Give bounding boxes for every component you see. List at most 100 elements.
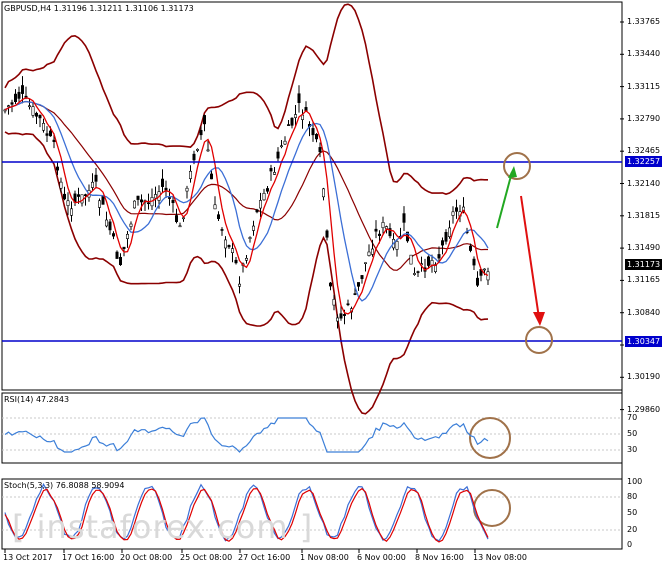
slow-ma-line xyxy=(4,100,489,302)
stoch-tick-label: 80 xyxy=(627,492,638,501)
candle-body xyxy=(84,194,88,197)
candle-body xyxy=(55,166,59,171)
candle-body xyxy=(220,229,224,231)
rsi-tick-label: 50 xyxy=(627,429,638,438)
candle-body xyxy=(335,317,339,322)
candle-body xyxy=(255,209,259,213)
candle-body xyxy=(363,262,367,265)
candle-body xyxy=(297,93,301,103)
moving-averages xyxy=(4,97,489,315)
candle-body xyxy=(7,105,11,108)
candle-body xyxy=(192,153,196,161)
price-tick-label: 1.32465 xyxy=(627,146,661,156)
candle-body xyxy=(318,147,322,153)
candle-body xyxy=(252,225,256,231)
candle-body xyxy=(440,240,444,246)
candle-body xyxy=(416,271,420,273)
candle-body xyxy=(136,195,140,200)
fast-ma-line xyxy=(4,97,489,315)
rsi-circle xyxy=(469,417,511,459)
candle-body xyxy=(147,202,151,205)
price-tick-label: 1.30840 xyxy=(627,307,661,317)
candle-body xyxy=(468,245,472,251)
candle-body xyxy=(217,214,221,219)
candle-body xyxy=(203,115,207,125)
candle-body xyxy=(258,200,262,209)
candle-body xyxy=(31,106,35,116)
candle-body xyxy=(164,187,168,191)
candle-body xyxy=(356,282,360,287)
price-tick-label: 1.32790 xyxy=(627,113,661,123)
candle-body xyxy=(52,139,56,142)
rsi-panel-frame xyxy=(1,392,623,464)
candle-body xyxy=(154,194,158,199)
candle-body xyxy=(210,173,214,180)
candle-body xyxy=(402,213,406,223)
candle-body xyxy=(265,188,269,192)
candle-body xyxy=(290,117,294,126)
candle-body xyxy=(409,254,413,265)
candle-body xyxy=(119,256,123,266)
candle-body xyxy=(62,193,66,200)
candle-body xyxy=(161,178,165,187)
rsi-header: RSI(14) 47.2843 xyxy=(4,395,70,404)
symbol-header: GBPUSD,H4 1.31196 1.31211 1.31106 1.3117… xyxy=(4,4,194,13)
candle-body xyxy=(311,128,315,136)
candle-body xyxy=(377,233,381,236)
candle-body xyxy=(374,228,378,232)
candle-body xyxy=(189,170,193,179)
resistance-circle xyxy=(503,152,531,180)
annotations xyxy=(469,152,553,527)
candle-body xyxy=(129,223,133,227)
candle-body xyxy=(94,174,98,182)
candle-body xyxy=(426,256,430,266)
candle-body xyxy=(346,303,350,306)
candle-body xyxy=(262,192,266,201)
price-tick-label: 1.33765 xyxy=(627,17,661,26)
candle-body xyxy=(325,230,329,238)
candle-body xyxy=(112,233,116,237)
candle-body xyxy=(360,275,364,279)
candle-body xyxy=(475,277,479,286)
candle-body xyxy=(10,102,14,105)
down-arrow-line xyxy=(520,195,540,319)
candle-body xyxy=(213,204,217,210)
candle-body xyxy=(482,268,486,271)
watermark-logo: [ instaforex.com ] xyxy=(12,508,314,546)
bollinger-upper xyxy=(4,3,488,195)
support-price-tag: 1.30347 xyxy=(625,336,663,347)
grid-lines xyxy=(2,21,624,553)
candle-body xyxy=(269,168,273,172)
candle-body xyxy=(34,112,38,117)
candle-body xyxy=(238,283,242,287)
stoch-tick-label: 50 xyxy=(627,508,638,517)
candle-body xyxy=(227,245,231,248)
current-price-tag: 1.31173 xyxy=(625,259,663,270)
candle-body xyxy=(451,211,455,216)
candle-body xyxy=(199,129,203,136)
candle-body xyxy=(370,248,374,255)
up-arrow-head xyxy=(508,166,517,178)
candle-body xyxy=(91,181,95,188)
candle-body xyxy=(283,140,287,145)
candle-body xyxy=(437,254,441,259)
candle-body xyxy=(105,219,109,227)
stoch-tick-label: 20 xyxy=(627,525,638,534)
candle-body xyxy=(286,124,290,126)
candle-body xyxy=(133,200,137,209)
candle-body xyxy=(332,299,336,306)
candle-body xyxy=(381,222,385,229)
stoch-tick-label: 0 xyxy=(627,540,633,549)
candle-body xyxy=(115,251,119,259)
time-tick-label: 20 Oct 08:00 xyxy=(120,553,173,562)
candle-body xyxy=(395,241,399,250)
candle-body xyxy=(486,271,490,281)
candle-body xyxy=(38,114,42,119)
candle-body xyxy=(367,251,371,256)
time-tick-label: 25 Oct 08:00 xyxy=(180,553,233,562)
candle-body xyxy=(272,172,276,175)
candle-body xyxy=(80,194,84,204)
candle-body xyxy=(66,200,70,206)
candle-body xyxy=(234,259,238,264)
candle-body xyxy=(342,314,346,316)
